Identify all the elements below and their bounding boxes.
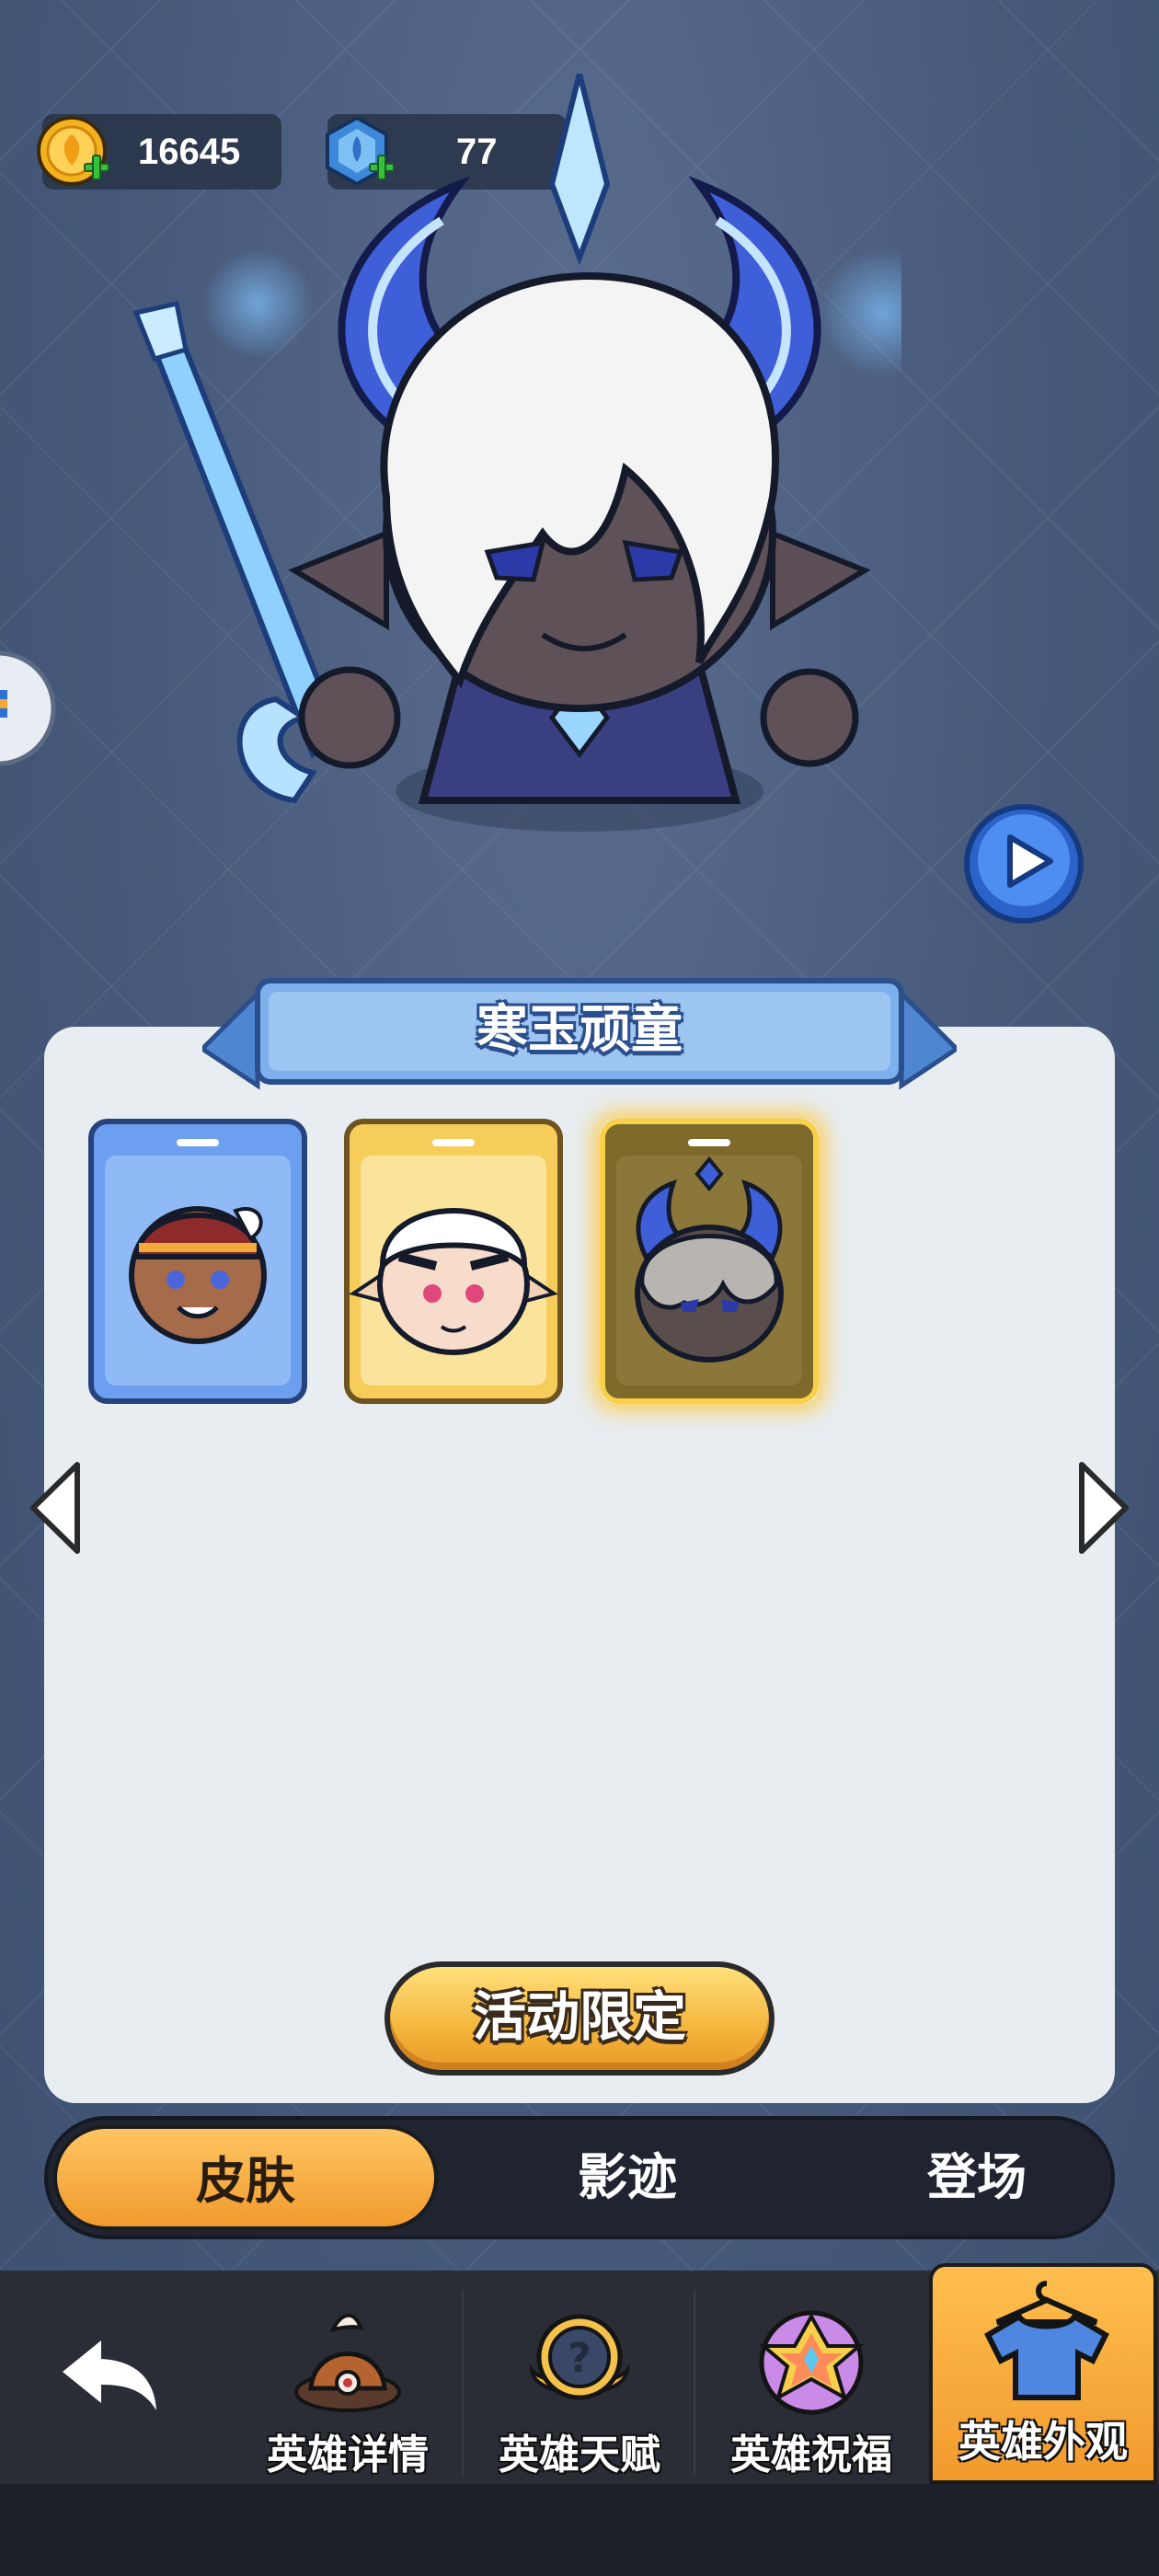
nav-hero-appearance-label: 英雄外观 xyxy=(958,2417,1128,2467)
nav-hero-talent[interactable]: ? 英雄天赋 xyxy=(469,2300,690,2484)
nav-divider xyxy=(694,2291,695,2475)
nav-hero-details-label: 英雄详情 xyxy=(267,2432,429,2478)
nav-hero-blessing[interactable]: 英雄祝福 xyxy=(701,2300,922,2484)
nav-hero-appearance[interactable]: 英雄外观 xyxy=(929,2263,1157,2484)
nav-hero-blessing-label: 英雄祝福 xyxy=(730,2432,892,2478)
appearance-tabs: 皮肤 影迹 登场 xyxy=(44,2116,1115,2239)
question-medal-icon: ? xyxy=(529,2314,630,2400)
side-token-icon[interactable] xyxy=(0,644,63,773)
horned-hero-with-ice-spear xyxy=(132,74,901,832)
skin-card-frost-horn[interactable] xyxy=(600,1119,819,1404)
star-hexagram-icon xyxy=(758,2310,865,2415)
skin-card-tiger[interactable] xyxy=(344,1119,563,1404)
hero-hat-icon xyxy=(294,2313,401,2412)
play-animation-button[interactable] xyxy=(962,802,1085,926)
next-page-arrow[interactable] xyxy=(1074,1459,1133,1557)
nav-hero-talent-label: 英雄天赋 xyxy=(499,2432,660,2478)
skin-card-feather[interactable] xyxy=(88,1119,307,1404)
gold-coin-plus-icon xyxy=(37,116,109,186)
tab-entrance[interactable]: 登场 xyxy=(802,2120,1152,2236)
event-limited-button[interactable]: 活动限定 xyxy=(384,1961,775,2076)
previous-page-arrow[interactable] xyxy=(26,1459,85,1557)
tab-trace[interactable]: 影迹 xyxy=(443,2120,811,2236)
tshirt-hanger-icon xyxy=(984,2281,1109,2400)
nav-divider xyxy=(462,2291,464,2475)
bottom-strip xyxy=(0,2484,1159,2576)
nav-hero-details[interactable]: 英雄详情 xyxy=(237,2300,458,2484)
svg-text:?: ? xyxy=(568,2335,591,2382)
white-tiger-skin xyxy=(344,1119,563,1404)
back-arrow-icon[interactable] xyxy=(55,2328,166,2420)
skin-title: 寒玉顽童 xyxy=(476,1000,683,1060)
tab-skin[interactable]: 皮肤 xyxy=(53,2125,438,2230)
event-limited-label: 活动限定 xyxy=(390,1967,769,2070)
frost-horn-skin xyxy=(600,1119,819,1404)
feather-headband-skin xyxy=(88,1119,307,1404)
